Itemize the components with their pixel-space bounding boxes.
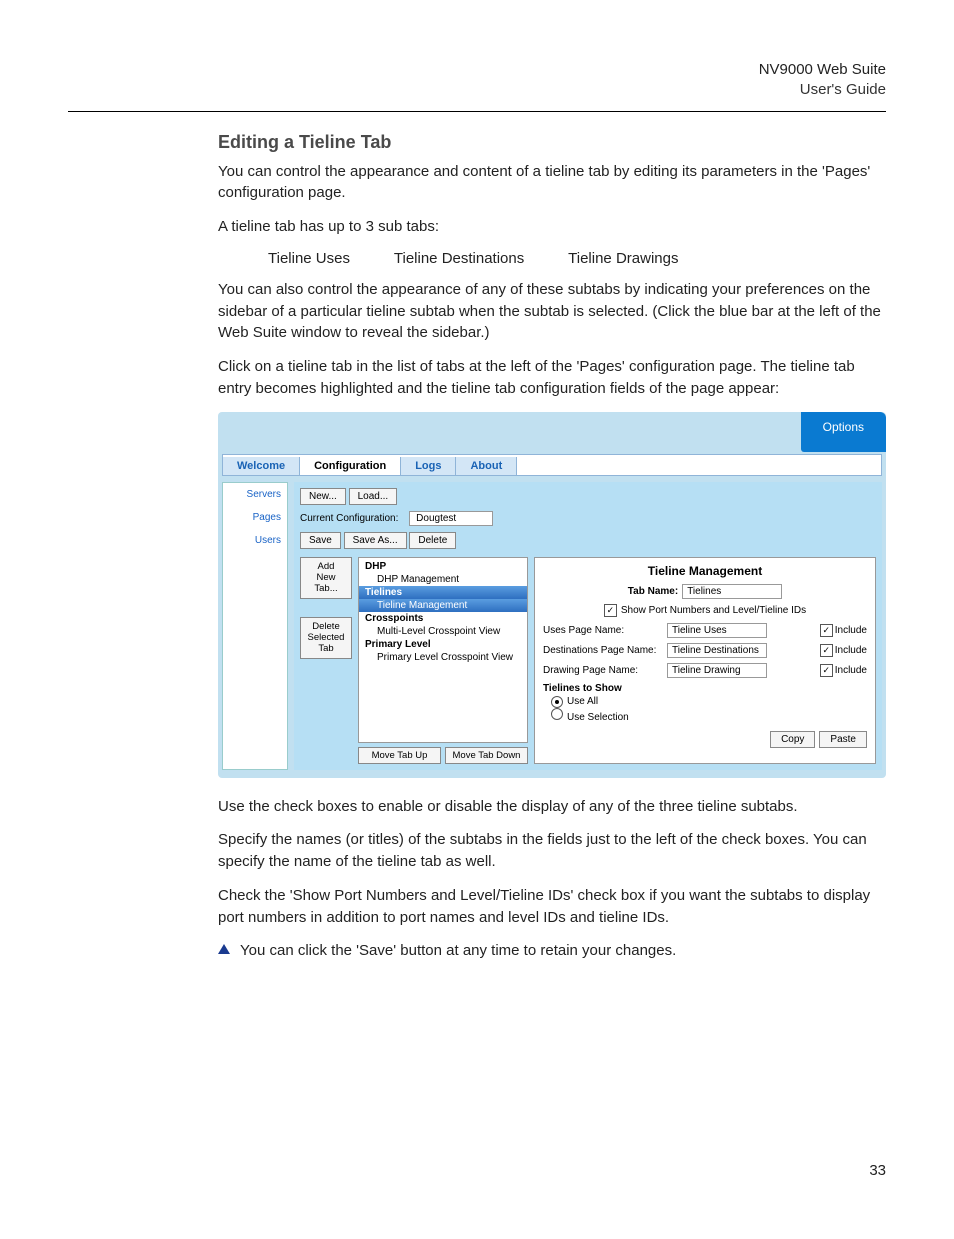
- tab-configuration[interactable]: Configuration: [300, 457, 401, 475]
- doc-subtitle: User's Guide: [68, 80, 886, 100]
- show-port-checkbox[interactable]: [604, 604, 617, 617]
- screenshot-figure: Options Welcome Configuration Logs About…: [218, 412, 886, 778]
- tieline-management-panel: Tieline Management Tab Name: Tielines Sh…: [534, 557, 876, 764]
- note-text: You can click the 'Save' button at any t…: [240, 940, 676, 962]
- dest-page-label: Destinations Page Name:: [543, 645, 663, 656]
- move-tab-up-button[interactable]: Move Tab Up: [358, 747, 441, 764]
- paragraph: A tieline tab has up to 3 sub tabs:: [218, 216, 886, 238]
- nav-users[interactable]: Users: [255, 535, 287, 546]
- tielines-to-show-label: Tielines to Show: [543, 683, 867, 694]
- copy-button[interactable]: Copy: [770, 731, 815, 748]
- tree-group-selected[interactable]: Tielines: [359, 586, 527, 599]
- subtab-list: Tieline Uses Tieline Destinations Tielin…: [268, 250, 886, 267]
- main-tabs: Welcome Configuration Logs About: [222, 454, 882, 476]
- subtab-item: Tieline Uses: [268, 250, 350, 267]
- tab-logs[interactable]: Logs: [401, 457, 456, 475]
- doc-title: NV9000 Web Suite: [68, 60, 886, 80]
- uses-page-input[interactable]: Tieline Uses: [667, 623, 767, 638]
- left-nav: Servers Pages Users: [222, 482, 288, 770]
- drawing-include-checkbox[interactable]: [820, 664, 833, 677]
- paragraph: You can also control the appearance of a…: [218, 279, 886, 344]
- options-tab[interactable]: Options: [801, 412, 886, 452]
- subtab-item: Tieline Destinations: [394, 250, 524, 267]
- header-rule: [68, 111, 886, 112]
- include-label: Include: [835, 665, 867, 676]
- paragraph: Use the check boxes to enable or disable…: [218, 796, 886, 818]
- section-heading: Editing a Tieline Tab: [218, 132, 886, 153]
- new-button[interactable]: New...: [300, 488, 346, 505]
- current-config-value: Dougtest: [409, 511, 493, 526]
- tree-item[interactable]: Multi-Level Crosspoint View: [359, 625, 527, 638]
- panel-title: Tieline Management: [543, 564, 867, 578]
- tab-about[interactable]: About: [456, 457, 517, 475]
- paragraph: Check the 'Show Port Numbers and Level/T…: [218, 885, 886, 929]
- save-button[interactable]: Save: [300, 532, 341, 549]
- nav-pages[interactable]: Pages: [253, 512, 287, 523]
- drawing-page-label: Drawing Page Name:: [543, 665, 663, 676]
- main-pane: New... Load... Current Configuration: Do…: [294, 482, 882, 770]
- tab-name-input[interactable]: Tielines: [682, 584, 782, 599]
- triangle-icon: [218, 944, 230, 954]
- tree-item[interactable]: Primary Level Crosspoint View: [359, 651, 527, 664]
- drawing-page-input[interactable]: Tieline Drawing: [667, 663, 767, 678]
- include-label: Include: [835, 625, 867, 636]
- delete-selected-tab-button[interactable]: Delete Selected Tab: [300, 617, 352, 659]
- dest-include-checkbox[interactable]: [820, 644, 833, 657]
- load-button[interactable]: Load...: [349, 488, 398, 505]
- paragraph: Click on a tieline tab in the list of ta…: [218, 356, 886, 400]
- use-all-option[interactable]: Use All: [551, 696, 867, 708]
- tree-group[interactable]: Primary Level: [359, 638, 527, 651]
- paste-button[interactable]: Paste: [819, 731, 867, 748]
- add-new-tab-button[interactable]: Add New Tab...: [300, 557, 352, 599]
- page-header: NV9000 Web Suite User's Guide: [68, 60, 886, 107]
- move-tab-down-button[interactable]: Move Tab Down: [445, 747, 528, 764]
- tree-group[interactable]: Crosspoints: [359, 612, 527, 625]
- paragraph: You can control the appearance and conte…: [218, 161, 886, 205]
- tab-welcome[interactable]: Welcome: [223, 457, 300, 475]
- delete-button[interactable]: Delete: [409, 532, 456, 549]
- subtab-item: Tieline Drawings: [568, 250, 678, 267]
- uses-include-checkbox[interactable]: [820, 624, 833, 637]
- uses-page-label: Uses Page Name:: [543, 625, 663, 636]
- dest-page-input[interactable]: Tieline Destinations: [667, 643, 767, 658]
- tab-tree[interactable]: DHP DHP Management Tielines Tieline Mana…: [358, 557, 528, 743]
- tab-name-label: Tab Name:: [628, 586, 678, 597]
- tree-item-selected[interactable]: Tieline Management: [359, 599, 527, 612]
- save-as-button[interactable]: Save As...: [344, 532, 407, 549]
- show-port-label: Show Port Numbers and Level/Tieline IDs: [621, 605, 806, 616]
- tree-item[interactable]: DHP Management: [359, 573, 527, 586]
- current-config-label: Current Configuration:: [300, 513, 398, 524]
- paragraph: Specify the names (or titles) of the sub…: [218, 829, 886, 873]
- include-label: Include: [835, 645, 867, 656]
- nav-servers[interactable]: Servers: [247, 489, 287, 500]
- tree-group[interactable]: DHP: [359, 560, 527, 573]
- note: You can click the 'Save' button at any t…: [218, 940, 886, 962]
- use-selection-option[interactable]: Use Selection: [551, 708, 867, 723]
- page-number: 33: [68, 1162, 886, 1179]
